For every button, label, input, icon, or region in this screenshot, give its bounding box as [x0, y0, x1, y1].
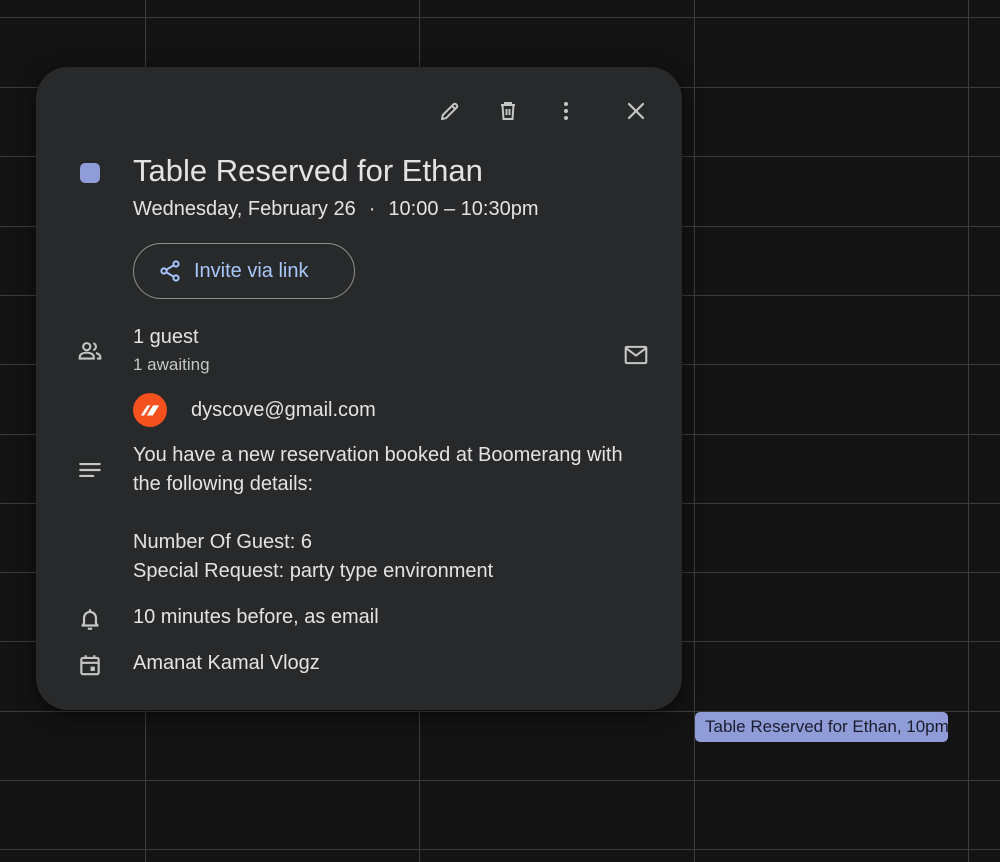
email-guests-button[interactable]	[616, 335, 656, 375]
description-line: Number Of Guest: 6	[133, 531, 312, 553]
grid-line	[0, 780, 1000, 781]
bell-icon	[76, 605, 104, 633]
description-icon	[76, 456, 104, 484]
close-button[interactable]	[616, 91, 656, 131]
event-details-popup: Table Reserved for Ethan Wednesday, Febr…	[36, 67, 682, 710]
grid-line	[0, 849, 1000, 850]
event-color-swatch	[80, 163, 100, 183]
delete-event-button[interactable]	[488, 91, 528, 131]
invite-via-link-button[interactable]: Invite via link	[133, 243, 355, 299]
guest-email[interactable]: dyscove@gmail.com	[191, 399, 376, 422]
calendar-icon	[76, 651, 104, 679]
description-line: the following details:	[133, 473, 314, 495]
event-title: Table Reserved for Ethan	[133, 153, 483, 188]
more-vert-icon	[564, 102, 568, 120]
avatar[interactable]	[133, 393, 167, 427]
grid-line	[968, 0, 969, 862]
avatar-logo-icon	[140, 405, 160, 416]
separator-dot: ·	[368, 198, 376, 220]
event-description: You have a new reservation booked at Boo…	[133, 441, 653, 586]
description-line: You have a new reservation booked at Boo…	[133, 444, 623, 466]
guest-count: 1 guest	[133, 326, 199, 348]
edit-event-button[interactable]	[430, 91, 470, 131]
event-time: 10:00 – 10:30pm	[388, 198, 539, 220]
description-line: Special Request: party type environment	[133, 560, 494, 582]
grid-line	[0, 17, 1000, 18]
guest-status: 1 awaiting	[133, 355, 210, 374]
trash-icon	[501, 102, 515, 120]
share-icon	[160, 260, 180, 282]
invite-label: Invite via link	[194, 259, 309, 282]
calendar-name: Amanat Kamal Vlogz	[133, 652, 320, 674]
event-date-time: Wednesday, February 26 · 10:00 – 10:30pm	[133, 198, 539, 221]
pencil-icon	[441, 102, 459, 120]
mail-icon	[624, 345, 648, 365]
event-chip[interactable]: Table Reserved for Ethan, 10pm	[695, 712, 948, 742]
reminder-text: 10 minutes before, as email	[133, 606, 379, 628]
more-options-button[interactable]	[546, 91, 586, 131]
close-icon	[627, 102, 645, 120]
event-date: Wednesday, February 26	[133, 198, 356, 220]
guests-icon	[76, 337, 104, 365]
